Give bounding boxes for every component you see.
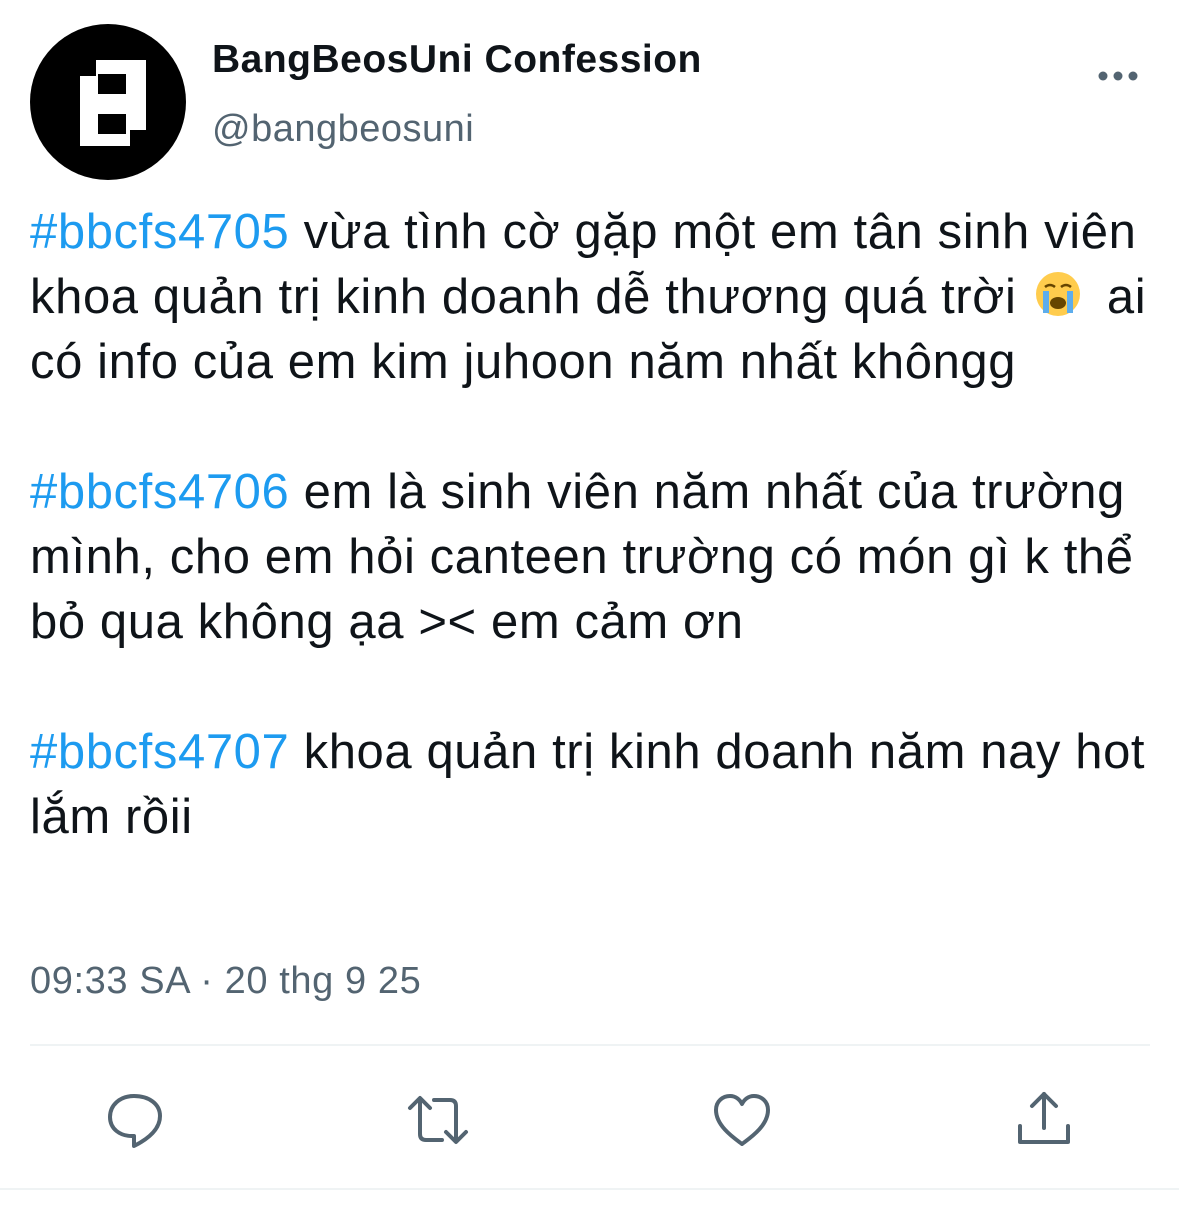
tweet-paragraph: #bbcfs4706 em là sinh viên năm nhất của …	[30, 460, 1170, 655]
tweet-timestamp[interactable]: 09:33 SA · 20 thg 9 25	[30, 960, 421, 1003]
block-letter-logo-icon	[80, 60, 146, 146]
divider	[30, 1044, 1150, 1046]
tweet-action-bar	[0, 1060, 1179, 1170]
like-button[interactable]	[710, 1088, 774, 1152]
ellipsis-icon	[1098, 71, 1138, 81]
share-upload-icon	[1018, 1092, 1070, 1144]
reply-button[interactable]	[104, 1088, 168, 1152]
hashtag-link[interactable]: #bbcfs4706	[30, 465, 289, 519]
account-avatar[interactable]	[30, 24, 186, 180]
hashtag-link[interactable]: #bbcfs4705	[30, 205, 289, 259]
speech-bubble-icon	[108, 1094, 162, 1148]
account-handle[interactable]: @bangbeosuni	[212, 108, 474, 151]
share-button[interactable]	[1012, 1088, 1076, 1152]
hashtag-link[interactable]: #bbcfs4707	[30, 725, 289, 779]
more-options-button[interactable]	[1096, 64, 1140, 88]
account-display-name[interactable]: BangBeosUni Confession	[212, 38, 702, 82]
tweet-text: #bbcfs4705 vừa tình cờ gặp một em tân si…	[30, 200, 1170, 850]
tweet-paragraph: #bbcfs4705 vừa tình cờ gặp một em tân si…	[30, 200, 1170, 395]
heart-icon	[714, 1094, 770, 1146]
bottom-divider	[0, 1188, 1179, 1190]
loudly-crying-face-icon	[1035, 272, 1080, 316]
retweet-arrows-icon	[408, 1096, 468, 1144]
retweet-button[interactable]	[406, 1088, 470, 1152]
tweet-paragraph: #bbcfs4707 khoa quản trị kinh doanh năm …	[30, 720, 1170, 850]
tweet-header: BangBeosUni Confession @bangbeosuni	[30, 24, 1150, 184]
